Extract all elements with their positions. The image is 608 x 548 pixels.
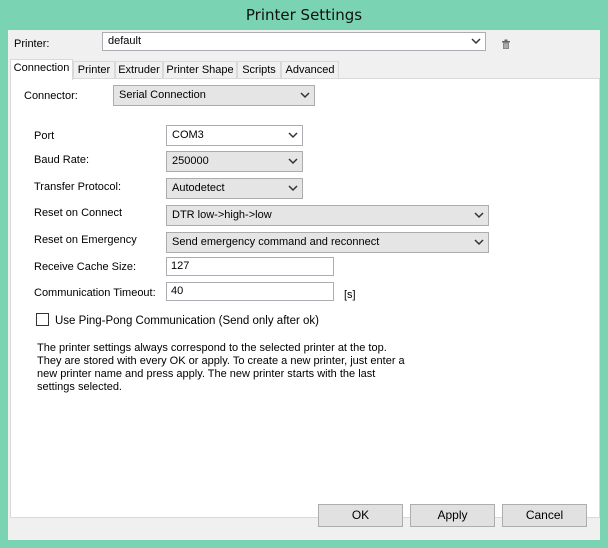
timeout-unit-label: [s] <box>344 289 356 301</box>
tab-printer[interactable]: Printer <box>73 61 115 79</box>
reset-on-emergency-value: Send emergency command and reconnect <box>172 236 380 248</box>
transfer-protocol-label: Transfer Protocol: <box>34 181 122 193</box>
reset-on-connect-select[interactable]: DTR low->high->low <box>166 205 489 226</box>
receive-cache-size-input[interactable]: 127 <box>166 257 334 276</box>
port-select-value: COM3 <box>172 129 204 141</box>
tab-connection[interactable]: Connection <box>10 59 73 80</box>
tab-scripts[interactable]: Scripts <box>237 61 281 79</box>
chevron-down-icon <box>474 239 484 246</box>
ok-button[interactable]: OK <box>318 504 403 527</box>
dialog-client: Printer: default Connection Printer Extr… <box>8 30 600 540</box>
communication-timeout-input[interactable]: 40 <box>166 282 334 301</box>
chevron-down-icon <box>471 38 481 45</box>
transfer-protocol-value: Autodetect <box>172 182 225 194</box>
printer-settings-window: Printer Settings Printer: default Connec… <box>0 0 608 548</box>
tab-advanced[interactable]: Advanced <box>281 61 339 79</box>
apply-button[interactable]: Apply <box>410 504 495 527</box>
baud-rate-value: 250000 <box>172 155 209 167</box>
reset-on-connect-value: DTR low->high->low <box>172 209 272 221</box>
connector-select-value: Serial Connection <box>119 89 206 101</box>
baud-rate-label: Baud Rate: <box>34 154 90 166</box>
connection-panel: Connector: Serial Connection Port COM3 B… <box>10 78 600 518</box>
chevron-down-icon <box>300 92 310 99</box>
reset-on-emergency-select[interactable]: Send emergency command and reconnect <box>166 232 489 253</box>
trash-icon[interactable] <box>500 38 512 50</box>
connector-label: Connector: <box>24 90 78 102</box>
baud-rate-select[interactable]: 250000 <box>166 151 303 172</box>
communication-timeout-label: Communication Timeout: <box>34 287 156 299</box>
printer-select[interactable]: default <box>102 32 486 51</box>
tab-printer-shape[interactable]: Printer Shape <box>163 61 237 79</box>
chevron-down-icon <box>288 185 298 192</box>
reset-on-connect-label: Reset on Connect <box>34 207 123 219</box>
tab-extruder[interactable]: Extruder <box>115 61 163 79</box>
port-select[interactable]: COM3 <box>166 125 303 146</box>
cancel-button[interactable]: Cancel <box>502 504 587 527</box>
communication-timeout-value: 40 <box>171 285 184 297</box>
chevron-down-icon <box>288 132 298 139</box>
connector-select[interactable]: Serial Connection <box>113 85 315 106</box>
transfer-protocol-select[interactable]: Autodetect <box>166 178 303 199</box>
help-text: The printer settings always correspond t… <box>37 342 405 393</box>
window-title: Printer Settings <box>245 6 363 24</box>
chevron-down-icon <box>288 158 298 165</box>
printer-select-value: default <box>108 35 142 47</box>
port-label: Port <box>34 130 55 142</box>
chevron-down-icon <box>474 212 484 219</box>
reset-on-emergency-label: Reset on Emergency <box>34 234 137 246</box>
receive-cache-size-value: 127 <box>171 260 190 272</box>
ping-pong-label[interactable]: Use Ping-Pong Communication (Send only a… <box>55 315 319 327</box>
ping-pong-checkbox[interactable] <box>36 313 49 326</box>
printer-label: Printer: <box>14 38 50 50</box>
receive-cache-size-label: Receive Cache Size: <box>34 261 137 273</box>
